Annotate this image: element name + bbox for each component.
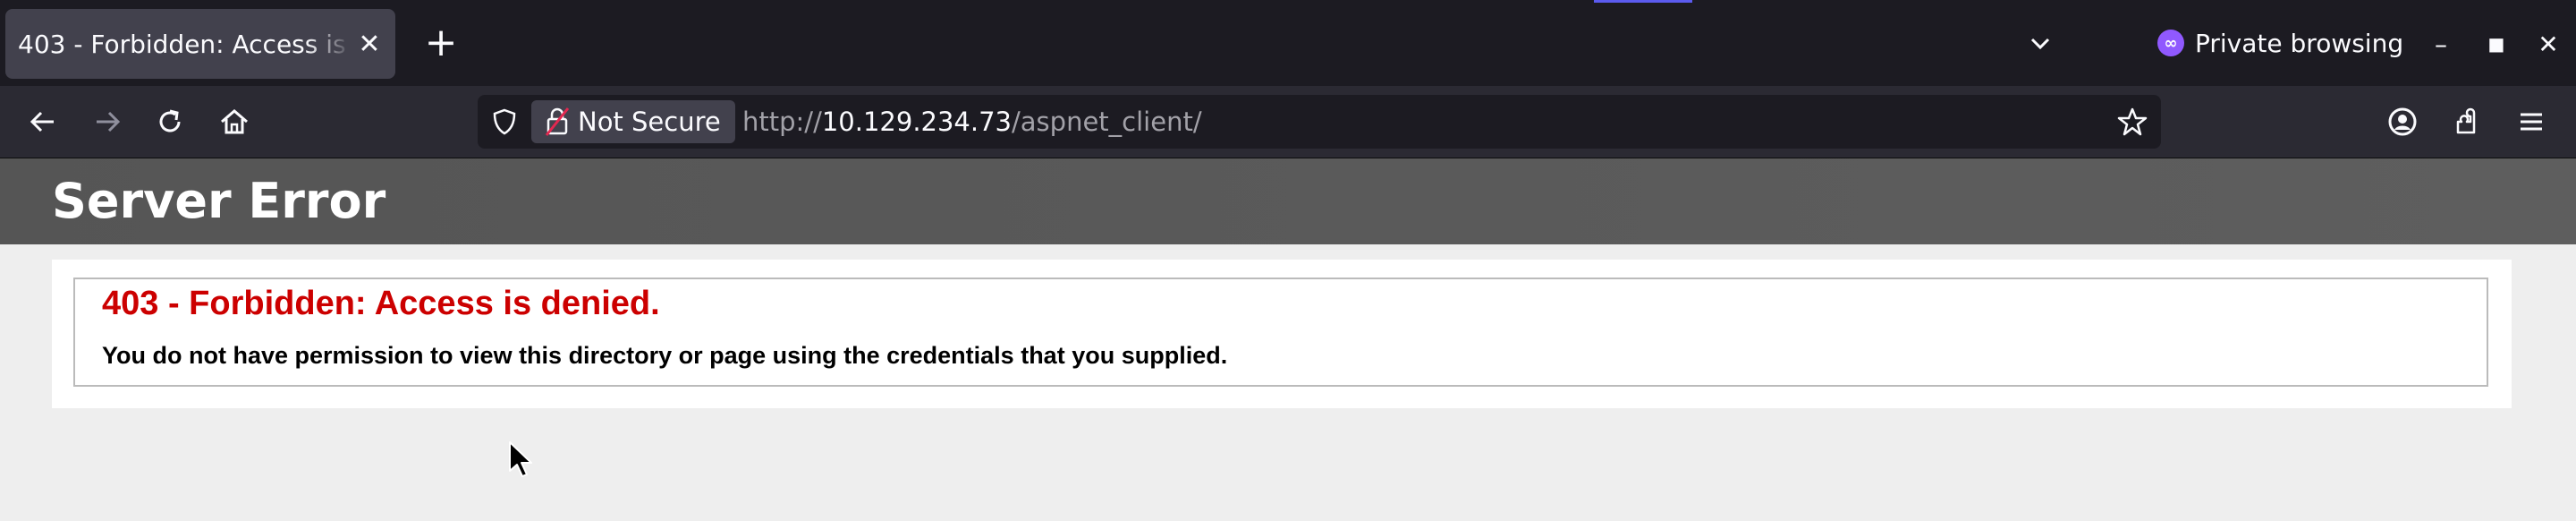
account-icon[interactable] <box>2379 98 2426 145</box>
bookmark-star-icon[interactable] <box>2114 104 2150 140</box>
error-fieldset: 403 - Forbidden: Access is denied. You d… <box>73 278 2488 387</box>
list-all-tabs-icon[interactable] <box>2020 23 2061 64</box>
private-mask-icon: ∞ <box>2157 30 2184 56</box>
private-browsing-indicator: ∞ Private browsing <box>2157 21 2403 64</box>
active-tab[interactable]: 403 - Forbidden: Access is denied. ✕ <box>5 9 395 79</box>
not-secure-badge[interactable]: Not Secure <box>531 100 735 143</box>
close-window-button[interactable]: ✕ <box>2528 23 2569 64</box>
minimize-button[interactable]: – <box>2420 23 2462 64</box>
private-browsing-label: Private browsing <box>2195 28 2404 58</box>
not-secure-label: Not Secure <box>578 107 721 137</box>
url-scheme: http:// <box>742 107 822 137</box>
tab-title: 403 - Forbidden: Access is denied. <box>18 29 352 59</box>
address-bar[interactable]: Not Secure http://10.129.234.73/aspnet_c… <box>478 95 2161 149</box>
shield-icon[interactable] <box>487 104 522 140</box>
page-title: Server Error <box>52 173 386 229</box>
server-error-header: Server Error <box>0 158 2576 244</box>
hamburger-menu-icon[interactable] <box>2508 98 2555 145</box>
error-message: You do not have permission to view this … <box>102 342 1228 369</box>
url-path: /aspnet_client/ <box>1012 107 1202 137</box>
url-text[interactable]: http://10.129.234.73/aspnet_client/ <box>742 95 1202 149</box>
forward-arrow-icon[interactable] <box>84 98 131 145</box>
new-tab-button[interactable]: + <box>419 18 463 68</box>
navigation-toolbar: Not Secure http://10.129.234.73/aspnet_c… <box>0 86 2576 158</box>
extensions-icon[interactable] <box>2444 98 2490 145</box>
mouse-cursor-icon <box>508 440 535 480</box>
lock-warning-icon <box>542 104 572 140</box>
title-bar: 403 - Forbidden: Access is denied. ✕ + ∞… <box>0 0 2576 86</box>
tab-close-icon[interactable]: ✕ <box>356 29 383 60</box>
error-content-panel: 403 - Forbidden: Access is denied. You d… <box>52 260 2512 408</box>
url-host: 10.129.234.73 <box>821 107 1013 137</box>
error-title: 403 - Forbidden: Access is denied. <box>102 285 660 322</box>
reload-icon[interactable] <box>147 98 193 145</box>
home-icon[interactable] <box>211 98 258 145</box>
maximize-button[interactable]: ■ <box>2476 23 2517 64</box>
back-arrow-icon[interactable] <box>20 98 66 145</box>
tab-strip-accent <box>1594 0 1692 3</box>
